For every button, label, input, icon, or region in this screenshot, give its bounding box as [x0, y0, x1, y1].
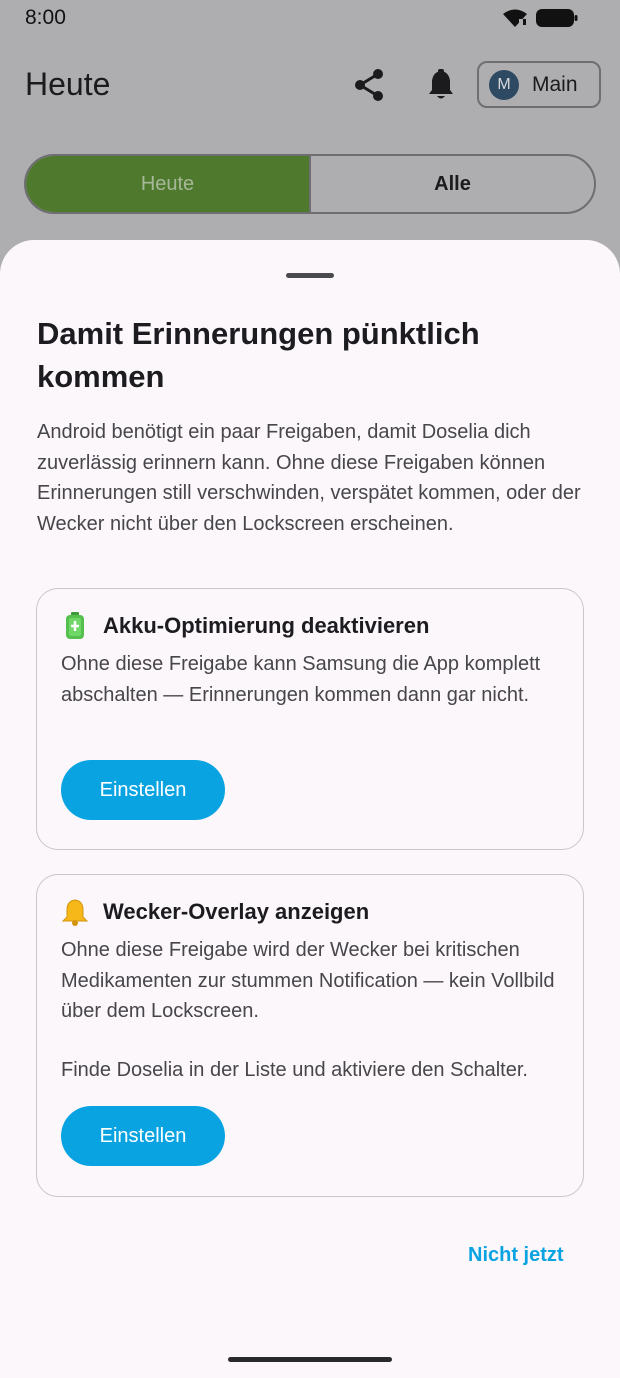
bottom-sheet: Damit Erinnerungen pünktlich kommen Andr… [0, 240, 620, 1378]
card-text: Ohne diese Freigabe kann Samsung die App… [61, 653, 541, 706]
gesture-nav-bar[interactable] [228, 1357, 392, 1362]
bell-icon[interactable] [426, 69, 456, 101]
card-title: Wecker-Overlay anzeigen [103, 899, 370, 924]
permission-card-overlay: Wecker-Overlay anzeigen Ohne diese Freig… [36, 874, 584, 1197]
drag-handle[interactable] [286, 273, 334, 278]
segmented-tabs: Heute Alle [24, 154, 596, 214]
card-header: Akku-Optimierung deaktivieren [61, 611, 429, 641]
tab-alle[interactable]: Alle [309, 156, 594, 212]
battery-icon [61, 611, 89, 641]
einstellen-button-overlay[interactable]: Einstellen [61, 1106, 225, 1166]
card-hint: Finde Doselia in der Liste und aktiviere… [61, 1059, 528, 1081]
profile-label: Main [532, 72, 578, 96]
einstellen-button-battery[interactable]: Einstellen [61, 760, 225, 820]
page-title: Heute [25, 66, 111, 102]
not-now-button[interactable]: Nicht jetzt [468, 1244, 564, 1267]
card-text: Ohne diese Freigabe wird der Wecker bei … [61, 939, 555, 1022]
battery-icon [536, 9, 578, 27]
status-time: 8:00 [25, 6, 66, 29]
profile-chip[interactable]: M Main [477, 61, 601, 108]
avatar: M [489, 69, 519, 100]
wifi-icon [503, 9, 527, 27]
bell-icon [61, 897, 89, 927]
permission-card-battery: Akku-Optimierung deaktivieren Ohne diese… [36, 588, 584, 850]
card-header: Wecker-Overlay anzeigen [61, 897, 369, 927]
share-icon[interactable] [352, 68, 386, 102]
sheet-title: Damit Erinnerungen pünktlich kommen [37, 316, 480, 394]
tab-heute[interactable]: Heute [26, 156, 309, 212]
screen: 8:00 Heute M Main Heute Alle Damit Erinn… [0, 0, 620, 1378]
status-bar: 8:00 [0, 0, 620, 40]
card-title: Akku-Optimierung deaktivieren [103, 613, 430, 638]
sheet-description: Android benötigt ein paar Freigaben, dam… [37, 421, 581, 535]
